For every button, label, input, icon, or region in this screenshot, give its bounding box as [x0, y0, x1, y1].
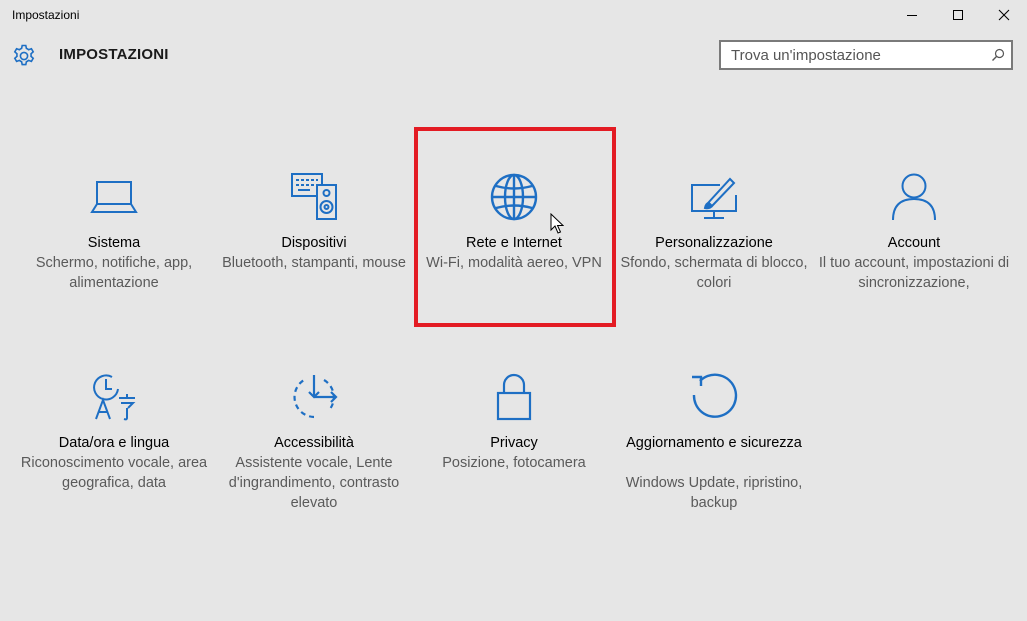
category-description: Il tuo account, impostazioni di sincroni… [818, 255, 1010, 291]
globe-icon [490, 173, 538, 221]
category-dispositivi[interactable]: Dispositivi Bluetooth, stampanti, mouse [214, 173, 414, 363]
category-description: Windows Update, ripristino, backup [625, 475, 803, 511]
title-bar: Impostazioni [0, 0, 1027, 30]
category-label: Sistema [87, 235, 141, 251]
lock-icon [496, 373, 532, 421]
category-aggiornamento-sicurezza[interactable]: Aggiornamento e sicurezza Windows Update… [614, 373, 814, 563]
paint-icon [691, 177, 737, 219]
maximize-icon [953, 10, 963, 20]
minimize-button[interactable] [889, 0, 935, 30]
window-title: Impostazioni [12, 8, 80, 22]
refresh-icon [692, 373, 738, 418]
category-privacy[interactable]: Privacy Posizione, fotocamera [414, 373, 614, 563]
category-rete-internet[interactable]: Rete e Internet Wi-Fi, modalità aereo, V… [414, 173, 614, 363]
devices-icon [291, 173, 337, 220]
search-input[interactable] [721, 42, 983, 68]
person-icon [892, 173, 936, 221]
category-description: Bluetooth, stampanti, mouse [222, 255, 406, 271]
page-title: IMPOSTAZIONI [59, 46, 169, 63]
category-description: Schermo, notifiche, app, alimentazione [35, 255, 193, 291]
category-description: Assistente vocale, Lente d'ingrandimento… [228, 455, 400, 511]
close-icon [998, 9, 1010, 21]
category-label: Rete e Internet [466, 235, 562, 251]
search-icon[interactable] [991, 48, 1005, 62]
category-label: Data/ora e lingua [58, 435, 170, 451]
time-language-icon [93, 374, 136, 421]
category-label: Privacy [490, 435, 538, 451]
category-description: Sfondo, schermata di blocco, colori [620, 255, 808, 291]
category-accessibilita[interactable]: Accessibilità Assistente vocale, Lente d… [214, 373, 414, 563]
gear-icon [13, 44, 35, 66]
category-label: Account [887, 235, 941, 251]
category-data-ora-lingua[interactable]: Data/ora e lingua Riconoscimento vocale,… [14, 373, 214, 563]
category-label: Personalizzazione [655, 235, 773, 251]
category-label: Dispositivi [281, 235, 347, 251]
category-description: Posizione, fotocamera [442, 455, 586, 471]
laptop-icon [90, 181, 138, 213]
category-description: Wi-Fi, modalità aereo, VPN [426, 255, 602, 271]
category-label: Aggiornamento e sicurezza [626, 435, 802, 451]
ease-of-access-icon [293, 375, 338, 419]
minimize-icon [907, 15, 917, 16]
search-box[interactable] [719, 40, 1013, 70]
category-sistema[interactable]: Sistema Schermo, notifiche, app, aliment… [14, 173, 214, 363]
maximize-button[interactable] [935, 0, 981, 30]
category-personalizzazione[interactable]: Personalizzazione Sfondo, schermata di b… [614, 173, 814, 363]
category-label: Accessibilità [274, 435, 354, 451]
close-button[interactable] [981, 0, 1027, 30]
settings-window: Impostazioni IMPOSTAZIONI Trova un'impos… [0, 0, 1027, 621]
category-description: Riconoscimento vocale, area geografica, … [20, 455, 208, 491]
category-account[interactable]: Account Il tuo account, impostazioni di … [814, 173, 1014, 363]
